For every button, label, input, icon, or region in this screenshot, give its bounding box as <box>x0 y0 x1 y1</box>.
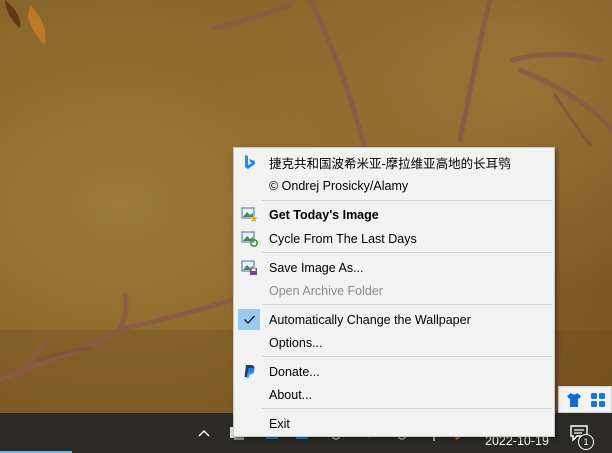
image-cycle-icon <box>241 231 258 247</box>
menu-separator <box>262 200 552 201</box>
image-star-icon <box>241 207 258 222</box>
menu-item-options[interactable]: Options... <box>234 331 554 354</box>
action-center-button[interactable]: 1 <box>568 422 594 450</box>
menu-item-label: Automatically Change the Wallpaper <box>269 312 471 327</box>
menu-item-image-title[interactable]: 捷克共和国波希米亚-摩拉维亚高地的长耳鸮 <box>234 151 554 174</box>
tray-overflow-flyout <box>558 386 612 413</box>
menu-item-label: Cycle From The Last Days <box>269 231 417 246</box>
menu-item-label: Save Image As... <box>269 260 364 275</box>
menu-item-label: 捷克共和国波希米亚-摩拉维亚高地的长耳鸮 <box>269 157 511 171</box>
menu-item-about[interactable]: About... <box>234 383 554 406</box>
notification-count-badge: 1 <box>578 434 594 450</box>
tray-context-menu: 捷克共和国波希米亚-摩拉维亚高地的长耳鸮 © Ondrej Prosicky/A… <box>233 147 555 437</box>
menu-item-auto-change-wallpaper[interactable]: Automatically Change the Wallpaper <box>234 308 554 331</box>
menu-item-label: About... <box>269 387 313 402</box>
menu-separator <box>262 408 552 409</box>
menu-item-open-archive-folder: Open Archive Folder <box>234 279 554 302</box>
menu-item-label: Options... <box>269 335 323 350</box>
menu-item-save-image-as[interactable]: Save Image As... <box>234 256 554 279</box>
bing-logo-icon <box>245 155 255 169</box>
menu-separator <box>262 356 552 357</box>
menu-item-copyright[interactable]: © Ondrej Prosicky/Alamy <box>234 174 554 197</box>
show-hidden-icons-chevron-icon[interactable] <box>196 425 212 441</box>
menu-item-label: Exit <box>269 416 290 431</box>
menu-item-label: Open Archive Folder <box>269 283 383 298</box>
menu-item-cycle-last-days[interactable]: Cycle From The Last Days <box>234 227 554 250</box>
menu-item-label: © Ondrej Prosicky/Alamy <box>269 178 409 193</box>
grid-app-icon[interactable] <box>590 392 606 408</box>
checkmark-icon <box>244 315 256 325</box>
image-save-icon <box>241 260 257 275</box>
menu-separator <box>262 304 552 305</box>
menu-item-label: Get Today's Image <box>269 207 379 222</box>
paypal-icon <box>244 365 255 378</box>
menu-item-get-todays-image[interactable]: Get Today's Image <box>234 203 554 226</box>
shirt-icon[interactable] <box>566 392 582 408</box>
menu-item-donate[interactable]: Donate... <box>234 360 554 383</box>
menu-item-label: Donate... <box>269 364 320 379</box>
menu-separator <box>262 252 552 253</box>
menu-item-exit[interactable]: Exit <box>234 412 554 435</box>
